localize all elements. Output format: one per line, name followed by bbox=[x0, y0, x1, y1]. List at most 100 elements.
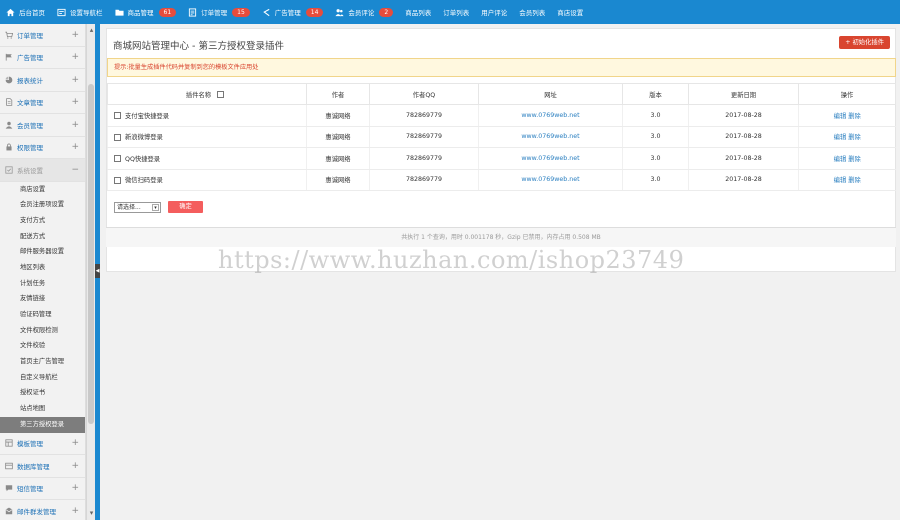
expand-icon[interactable]: + bbox=[71, 52, 79, 62]
expand-icon[interactable]: + bbox=[71, 97, 79, 107]
sidebar-group[interactable]: 报表统计 + bbox=[0, 69, 85, 92]
sidebar-sub-item[interactable]: 邮件服务器设置 bbox=[0, 244, 85, 260]
delete-link[interactable]: 删除 bbox=[848, 134, 861, 141]
sidebar-sub-item[interactable]: 首页主广告管理 bbox=[0, 354, 85, 370]
sidebar-group[interactable]: 广告管理 + bbox=[0, 47, 85, 69]
sidebar-group[interactable]: 订单管理 + bbox=[0, 24, 85, 47]
sidebar-sub-item[interactable]: 计划任务 bbox=[0, 276, 85, 292]
sidebar-group[interactable]: 短信管理 + bbox=[0, 478, 85, 500]
row-checkbox[interactable] bbox=[114, 112, 121, 120]
sidebar-sub-item[interactable]: 自定义导航栏 bbox=[0, 370, 85, 386]
edit-link[interactable]: 编辑 bbox=[834, 156, 847, 163]
sidebar-scrollbar[interactable]: ▴ ▾ bbox=[86, 24, 95, 520]
top-nav-label: 商品列表 bbox=[405, 9, 432, 17]
sidebar-group-label: 订单管理 bbox=[17, 31, 43, 40]
flag-icon bbox=[5, 53, 13, 61]
sidebar-sub-item[interactable]: 第三方授权登录 bbox=[0, 416, 85, 433]
top-nav-label: 商店设置 bbox=[557, 9, 584, 17]
sidebar-group[interactable]: 文章管理 + bbox=[0, 92, 85, 114]
sidebar-sub-item[interactable]: 文件校验 bbox=[0, 338, 85, 354]
top-nav-label: 订单管理 bbox=[201, 9, 228, 17]
expand-icon[interactable]: + bbox=[71, 506, 79, 516]
top-nav-label: 商品管理 bbox=[127, 9, 154, 17]
bulk-action-select[interactable]: 请选择... ▾ bbox=[114, 201, 161, 213]
top-nav-item-1[interactable]: 设置导航栏 bbox=[57, 7, 103, 17]
sidebar-group[interactable]: 数据库管理 + bbox=[0, 455, 85, 478]
sidebar-group-label: 文章管理 bbox=[17, 99, 43, 108]
website-link[interactable]: www.0769web.net bbox=[521, 155, 579, 162]
expand-icon[interactable]: + bbox=[71, 120, 79, 130]
expand-icon[interactable]: + bbox=[71, 30, 79, 40]
sidebar-group[interactable]: 邮件群发管理 + bbox=[0, 500, 85, 520]
website-link[interactable]: www.0769web.net bbox=[521, 112, 579, 119]
top-nav-label: 会员评论 bbox=[348, 9, 375, 17]
bulk-actions: 请选择... ▾ 确定 bbox=[114, 201, 203, 213]
delete-link[interactable]: 删除 bbox=[848, 113, 861, 120]
count-badge: 14 bbox=[305, 7, 324, 17]
scrollbar-thumb[interactable] bbox=[88, 84, 94, 424]
sidebar-sub-item[interactable]: 验证码管理 bbox=[0, 307, 85, 323]
expand-icon[interactable]: + bbox=[71, 483, 79, 493]
sidebar-sub-item[interactable]: 商店设置 bbox=[0, 182, 85, 198]
top-nav-item-3[interactable]: 订单管理 15 bbox=[188, 7, 250, 17]
delete-link[interactable]: 删除 bbox=[848, 156, 861, 163]
top-nav-item-7[interactable]: 订单列表 bbox=[443, 7, 469, 17]
sidebar-sub-item[interactable]: 配送方式 bbox=[0, 229, 85, 245]
row-checkbox[interactable] bbox=[114, 176, 121, 184]
top-nav-item-6[interactable]: 商品列表 bbox=[405, 7, 431, 17]
top-nav-item-0[interactable]: 后台首页 bbox=[6, 7, 45, 17]
col-header-url: 网址 bbox=[478, 83, 623, 105]
cart-icon bbox=[5, 31, 13, 39]
mail-icon bbox=[5, 507, 13, 515]
sidebar-sub-item[interactable]: 友情链接 bbox=[0, 291, 85, 307]
edit-link[interactable]: 编辑 bbox=[834, 113, 847, 120]
row-checkbox[interactable] bbox=[114, 133, 121, 141]
col-header-version: 版本 bbox=[622, 83, 689, 105]
select-all-checkbox[interactable] bbox=[217, 91, 225, 98]
collapse-icon[interactable]: − bbox=[71, 165, 79, 175]
home-icon bbox=[6, 8, 15, 17]
init-plugin-button[interactable]: + 初始化插件 bbox=[839, 36, 890, 49]
top-nav-item-4[interactable]: 广告管理 14 bbox=[262, 7, 324, 17]
sidebar: 订单管理 + 广告管理 + 报表统计 + 文章管理 + 会员管理 + 权限管理 + 系统设置 − 商店设置会… bbox=[0, 24, 86, 520]
top-nav-item-2[interactable]: 商品管理 61 bbox=[114, 7, 177, 17]
row-checkbox[interactable] bbox=[114, 155, 121, 163]
sidebar-group-label: 报表统计 bbox=[17, 76, 43, 85]
confirm-button[interactable]: 确定 bbox=[168, 201, 203, 213]
sidebar-sub-item[interactable]: 地区列表 bbox=[0, 260, 85, 276]
delete-link[interactable]: 删除 bbox=[848, 177, 861, 184]
cell-qq: 782869779 bbox=[369, 169, 479, 191]
count-badge: 61 bbox=[158, 7, 177, 17]
cell-author: 惠诚网络 bbox=[306, 147, 370, 170]
website-link[interactable]: www.0769web.net bbox=[521, 133, 579, 140]
sidebar-group[interactable]: 模板管理 + bbox=[0, 433, 85, 455]
top-nav-item-5[interactable]: 会员评论 2 bbox=[335, 7, 394, 17]
plugin-name: 微信扫码登录 bbox=[125, 177, 163, 185]
sidebar-sub-item[interactable]: 授权证书 bbox=[0, 385, 85, 401]
expand-icon[interactable]: + bbox=[71, 461, 79, 471]
sidebar-sub-item[interactable]: 文件权限检测 bbox=[0, 323, 85, 339]
sidebar-sub-item[interactable]: 支付方式 bbox=[0, 213, 85, 229]
expand-icon[interactable]: + bbox=[71, 75, 79, 85]
expand-icon[interactable]: + bbox=[71, 438, 79, 448]
cell-actions: 编辑 删除 bbox=[798, 126, 896, 148]
cell-date: 2017-08-28 bbox=[688, 126, 799, 148]
edit-link[interactable]: 编辑 bbox=[834, 177, 847, 184]
sidebar-group[interactable]: 会员管理 + bbox=[0, 114, 85, 137]
top-nav-item-8[interactable]: 用户评论 bbox=[481, 7, 507, 17]
top-nav-item-10[interactable]: 商店设置 bbox=[557, 7, 583, 17]
cell-url: www.0769web.net bbox=[478, 104, 623, 127]
user-icon bbox=[5, 121, 13, 129]
top-nav-item-9[interactable]: 会员列表 bbox=[519, 7, 545, 17]
top-nav-label: 广告管理 bbox=[274, 9, 301, 17]
sidebar-sub-item[interactable]: 会员注册项设置 bbox=[0, 197, 85, 213]
top-nav-bar: 后台首页 设置导航栏 商品管理 61 订单管理 15 广告管理 14 会员评论 2 商品列表 订单列表… bbox=[0, 0, 900, 24]
expand-icon[interactable]: + bbox=[71, 142, 79, 152]
edit-link[interactable]: 编辑 bbox=[834, 134, 847, 141]
cell-version: 3.0 bbox=[622, 169, 689, 191]
sidebar-group[interactable]: 权限管理 + bbox=[0, 137, 85, 159]
cell-url: www.0769web.net bbox=[478, 169, 623, 191]
website-link[interactable]: www.0769web.net bbox=[521, 176, 579, 183]
sidebar-group[interactable]: 系统设置 − bbox=[0, 159, 85, 182]
sidebar-sub-item[interactable]: 站点地图 bbox=[0, 401, 85, 417]
